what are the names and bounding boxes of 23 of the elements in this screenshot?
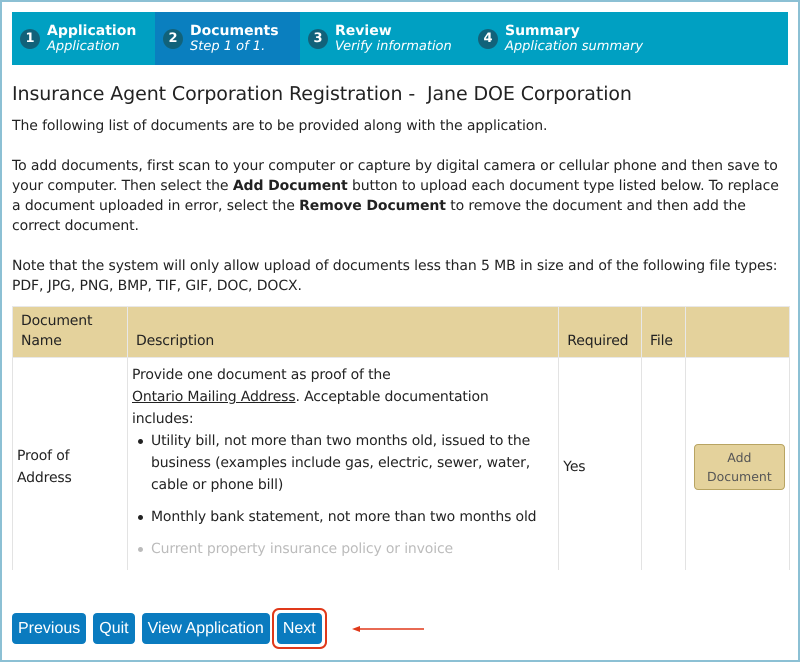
step-title: Documents	[190, 24, 279, 38]
step-subtitle: Step 1 of 1.	[190, 38, 266, 54]
instruction-paragraph: To add documents, first scan to your computer or capture by digital camera or cellular phone and then save to your computer. Then select the Add Document button to upload each document type listed below. To replace a document uploaded in error, select the Remove Document to remove the document and then add the correct document.	[12, 157, 780, 236]
step-title: Review	[335, 24, 393, 38]
description-text: Provide one document as proof of the Ontario Mailing Address. Acceptable documentation includes:	[132, 366, 490, 429]
step-title: Summary	[505, 24, 581, 38]
step-number: 1	[20, 28, 40, 48]
instruction-paragraph: The following list of documents are to be provided along with the application.	[12, 117, 548, 136]
document-option: Monthly bank statement, not more than two months old	[151, 506, 536, 528]
step-subtitle: Verify information	[335, 38, 452, 54]
document-name: Proof of Address	[17, 447, 73, 488]
step-title: Application	[47, 24, 136, 38]
page-title: Insurance Agent Corporation Registration - Jane DOE Corporation	[12, 84, 633, 104]
required-value: Yes	[563, 459, 586, 475]
step-number: 3	[308, 28, 328, 48]
step-number: 2	[163, 28, 183, 48]
step-subtitle: Application	[47, 38, 121, 54]
document-option: Current property insurance policy or invoice	[151, 538, 453, 560]
instruction-paragraph: Note that the system will only allow upload of documents less than 5 MB in size and of the following file types: PDF, JPG, PNG, BMP, TIF, GIF, DOC, DOCX.	[12, 257, 778, 296]
document-option: Utility bill, not more than two months old, issued to the business (examples include gas, electric, sewer, water, cable or phone bill)	[151, 430, 552, 496]
step-number: 4	[478, 28, 498, 48]
step-subtitle: Application summary	[505, 38, 644, 54]
address-link[interactable]: Ontario Mailing Address	[132, 389, 296, 405]
